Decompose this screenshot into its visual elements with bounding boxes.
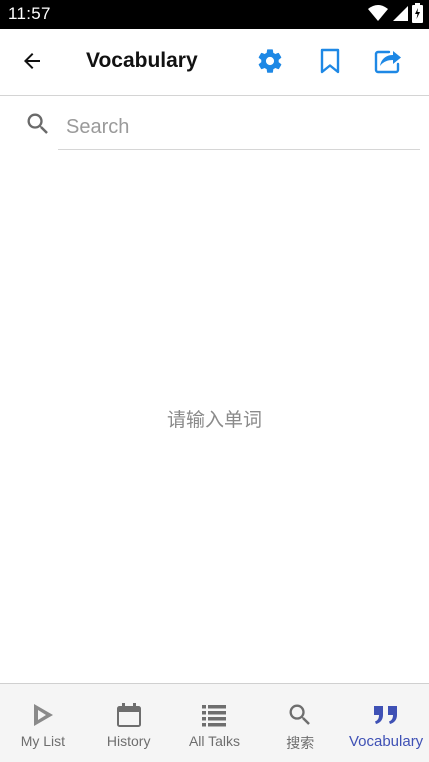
empty-state-hint: 请输入单词 xyxy=(166,409,262,431)
nav-label-history: History xyxy=(106,733,151,749)
app-bar: Vocabulary xyxy=(0,29,429,96)
share-button[interactable] xyxy=(371,45,407,81)
search-icon xyxy=(283,701,317,729)
nav-item-my-list[interactable]: My List xyxy=(0,684,86,762)
search-icon xyxy=(24,110,52,138)
search-input[interactable] xyxy=(58,105,420,150)
search-bar xyxy=(0,97,429,153)
status-time: 11:57 xyxy=(8,4,51,23)
nav-label-my-list: My List xyxy=(20,733,66,749)
play-triangle-icon xyxy=(26,701,60,729)
status-icons xyxy=(368,2,423,28)
quote-icon xyxy=(369,701,403,729)
nav-item-vocabulary[interactable]: Vocabulary xyxy=(343,684,429,762)
list-icon xyxy=(197,701,231,729)
battery-charging-icon xyxy=(412,2,423,28)
share-icon xyxy=(373,47,405,80)
nav-item-search[interactable]: 搜索 xyxy=(257,684,343,762)
signal-icon xyxy=(392,4,408,27)
back-button[interactable] xyxy=(14,45,50,81)
settings-icon xyxy=(256,47,284,80)
nav-item-history[interactable]: History xyxy=(86,684,172,762)
nav-label-search: 搜索 xyxy=(286,735,315,751)
wifi-icon xyxy=(368,4,388,27)
page-title: Vocabulary xyxy=(86,49,198,72)
arrow-back-icon xyxy=(20,49,44,78)
bookmark-icon xyxy=(317,47,343,80)
status-bar: 11:57 xyxy=(0,0,429,29)
bookmark-button[interactable] xyxy=(312,45,348,81)
calendar-icon xyxy=(112,701,146,729)
settings-button[interactable] xyxy=(252,45,288,81)
nav-item-all-talks[interactable]: All Talks xyxy=(172,684,258,762)
nav-label-all-talks: All Talks xyxy=(188,733,241,749)
nav-label-vocabulary: Vocabulary xyxy=(348,733,424,750)
bottom-navigation: My List History All Talks 搜索 Vocabulary xyxy=(0,683,429,762)
